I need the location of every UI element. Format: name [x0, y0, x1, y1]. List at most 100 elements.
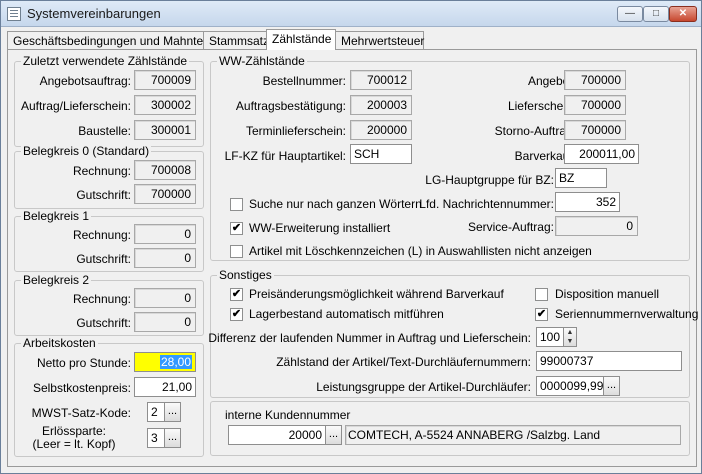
kundennummer-input[interactable]: 20000	[228, 425, 326, 445]
sonstiges-title: Sonstiges	[217, 268, 274, 282]
baustelle-field: 300001	[134, 120, 196, 140]
erloes-hint: (Leer = lt. Kopf)	[32, 437, 116, 451]
group-sonstiges: Sonstiges ✔ Preisänderungsmöglichkeit wä…	[208, 268, 698, 398]
angebotsauftrag-field: 700009	[134, 70, 196, 90]
group-belegkreis-1: Belegkreis 1 Rechnung: 0 Gutschrift: 0	[14, 209, 204, 272]
group-zuletzt-title: Zuletzt verwendete Zählstände	[21, 54, 190, 68]
settings-window: Systemvereinbarungen — □ ✕ Geschäftsbedi…	[0, 0, 702, 474]
differenz-input[interactable]: 100	[536, 327, 564, 347]
ww-erweiterung-label: WW-Erweiterung installiert	[249, 221, 391, 235]
auftragsbestaetigung-field: 200003	[350, 95, 412, 115]
differenz-spinner[interactable]: ▲ ▼	[563, 327, 577, 347]
ww-title: WW-Zählstände	[217, 54, 307, 68]
mwst-input[interactable]: 2	[147, 402, 165, 422]
zaehlstand-durchlaeufer-input[interactable]: 99000737	[536, 351, 682, 371]
kundennummer-lookup-button[interactable]: ...	[325, 425, 342, 445]
loeschkennzeichen-checkbox[interactable]	[230, 245, 243, 258]
belegkreis-2-gutschrift-label: Gutschrift:	[76, 316, 131, 330]
netto-label: Netto pro Stunde:	[36, 356, 131, 370]
auftrag-lieferschein-label: Auftrag/Lieferschein:	[20, 99, 131, 113]
auftragsbestaetigung-label: Auftragsbestätigung:	[235, 99, 346, 113]
lfd-nachrichten-input[interactable]: 352	[555, 192, 620, 212]
selbstkosten-label: Selbstkostenpreis:	[32, 381, 131, 395]
lg-hauptgruppe-label: LG-Hauptgruppe für BZ:	[425, 173, 554, 187]
storno-field: 700000	[564, 120, 626, 140]
preisaenderung-checkbox[interactable]: ✔	[230, 288, 243, 301]
kundennummer-label: interne Kundennummer	[225, 408, 351, 422]
belegkreis-2-rechnung-field: 0	[134, 288, 196, 308]
mwst-lookup-button[interactable]: ...	[164, 402, 181, 422]
maximize-button[interactable]: □	[643, 6, 669, 22]
leistungsgruppe-input[interactable]: 0000099,99	[536, 376, 604, 396]
window-title: Systemvereinbarungen	[27, 6, 161, 21]
service-auftrag-label: Service-Auftrag:	[467, 220, 554, 234]
suche-ganzen-label: Suche nur nach ganzen Wörtern	[249, 197, 422, 211]
belegkreis-1-rechnung-label: Rechnung:	[72, 228, 131, 242]
lagerbestand-checkbox[interactable]: ✔	[230, 308, 243, 321]
belegkreis-1-gutschrift-field: 0	[134, 248, 196, 268]
leistungsgruppe-lookup-button[interactable]: ...	[603, 376, 620, 396]
group-kundennummer: interne Kundennummer 20000 ... COMTECH, …	[210, 401, 690, 456]
leistungsgruppe-label: Leistungsgruppe der Artikel-Durchläufer:	[316, 380, 531, 394]
belegkreis-2-title: Belegkreis 2	[21, 273, 92, 287]
belegkreis-0-gutschrift-field: 700000	[134, 184, 196, 204]
belegkreis-2-rechnung-label: Rechnung:	[72, 292, 131, 306]
belegkreis-2-gutschrift-field: 0	[134, 312, 196, 332]
terminlieferschein-label: Terminlieferschein:	[245, 124, 346, 138]
bestellnummer-label: Bestellnummer:	[262, 74, 346, 88]
lfd-nachrichten-label: Lfd. Nachrichtennummer:	[419, 197, 554, 211]
belegkreis-0-rechnung-label: Rechnung:	[72, 164, 131, 178]
group-belegkreis-0: Belegkreis 0 (Standard) Rechnung: 700008…	[14, 144, 204, 209]
belegkreis-0-gutschrift-label: Gutschrift:	[76, 188, 131, 202]
disposition-label: Disposition manuell	[555, 287, 660, 301]
spin-down-icon[interactable]: ▼	[564, 337, 576, 346]
close-button[interactable]: ✕	[669, 6, 697, 22]
erloes-label: Erlössparte:	[41, 424, 107, 438]
group-arbeitskosten: Arbeitskosten Netto pro Stunde: 28,00 Se…	[14, 336, 204, 457]
disposition-checkbox[interactable]	[535, 288, 548, 301]
tab-stammsatz[interactable]: Stammsatz	[203, 31, 269, 50]
bestellnummer-field: 700012	[350, 70, 412, 90]
belegkreis-0-rechnung-field: 700008	[134, 160, 196, 180]
angebot-field: 700000	[564, 70, 626, 90]
lieferschein-field: 700000	[564, 95, 626, 115]
app-icon	[7, 7, 21, 21]
lagerbestand-label: Lagerbestand automatisch mitführen	[249, 307, 444, 321]
auftrag-lieferschein-field: 300002	[134, 95, 196, 115]
spin-up-icon[interactable]: ▲	[564, 328, 576, 337]
selbstkosten-input[interactable]: 21,00	[134, 377, 196, 397]
lf-kz-label: LF-KZ für Hauptartikel:	[224, 149, 346, 163]
erloes-lookup-button[interactable]: ...	[164, 428, 181, 448]
ww-erweiterung-checkbox[interactable]: ✔	[230, 222, 243, 235]
tab-zaehlstaende[interactable]: Zählstände	[266, 29, 336, 50]
seriennummern-label: Seriennummernverwaltung	[555, 307, 699, 321]
group-zuletzt: Zuletzt verwendete Zählstände Angebotsau…	[14, 54, 204, 147]
belegkreis-1-title: Belegkreis 1	[21, 209, 92, 223]
minimize-button[interactable]: —	[617, 6, 643, 22]
group-belegkreis-2: Belegkreis 2 Rechnung: 0 Gutschrift: 0	[14, 273, 204, 336]
baustelle-label: Baustelle:	[78, 124, 131, 138]
lf-kz-input[interactable]: SCH	[350, 144, 412, 164]
kunde-name-field: COMTECH, A-5524 ANNABERG /Salzbg. Land	[345, 425, 681, 445]
differenz-label: Differenz der laufenden Nummer in Auftra…	[208, 331, 531, 345]
lg-hauptgruppe-input[interactable]: BZ	[555, 168, 607, 188]
netto-value: 28,00	[159, 355, 192, 369]
seriennummern-checkbox[interactable]: ✔	[535, 308, 548, 321]
barverkauf-input[interactable]: 200011,00	[564, 144, 639, 164]
belegkreis-1-rechnung-field: 0	[134, 224, 196, 244]
netto-input[interactable]: 28,00	[134, 352, 196, 372]
belegkreis-1-gutschrift-label: Gutschrift:	[76, 252, 131, 266]
belegkreis-0-title: Belegkreis 0 (Standard)	[21, 144, 152, 158]
angebotsauftrag-label: Angebotsauftrag:	[39, 74, 131, 88]
erloes-input[interactable]: 3	[147, 428, 165, 448]
arbeitskosten-title: Arbeitskosten	[21, 336, 98, 350]
suche-ganzen-checkbox[interactable]	[230, 198, 243, 211]
zaehlstaende-panel: Zuletzt verwendete Zählstände Angebotsau…	[7, 49, 698, 467]
zaehlstand-durchlaeufer-label: Zählstand der Artikel/Text-Durchläufernu…	[276, 355, 531, 369]
group-ww-zaehlstaende: WW-Zählstände Bestellnummer: 700012 Auft…	[210, 54, 690, 261]
title-bar: Systemvereinbarungen — □ ✕	[1, 1, 701, 27]
tab-geschaeftsbedingungen[interactable]: Geschäftsbedingungen und Mahntext	[7, 31, 212, 50]
mwst-label: MWST-Satz-Kode:	[31, 406, 131, 420]
service-auftrag-field: 0	[555, 216, 638, 236]
tab-mehrwertsteuer[interactable]: Mehrwertsteuer	[335, 31, 424, 50]
